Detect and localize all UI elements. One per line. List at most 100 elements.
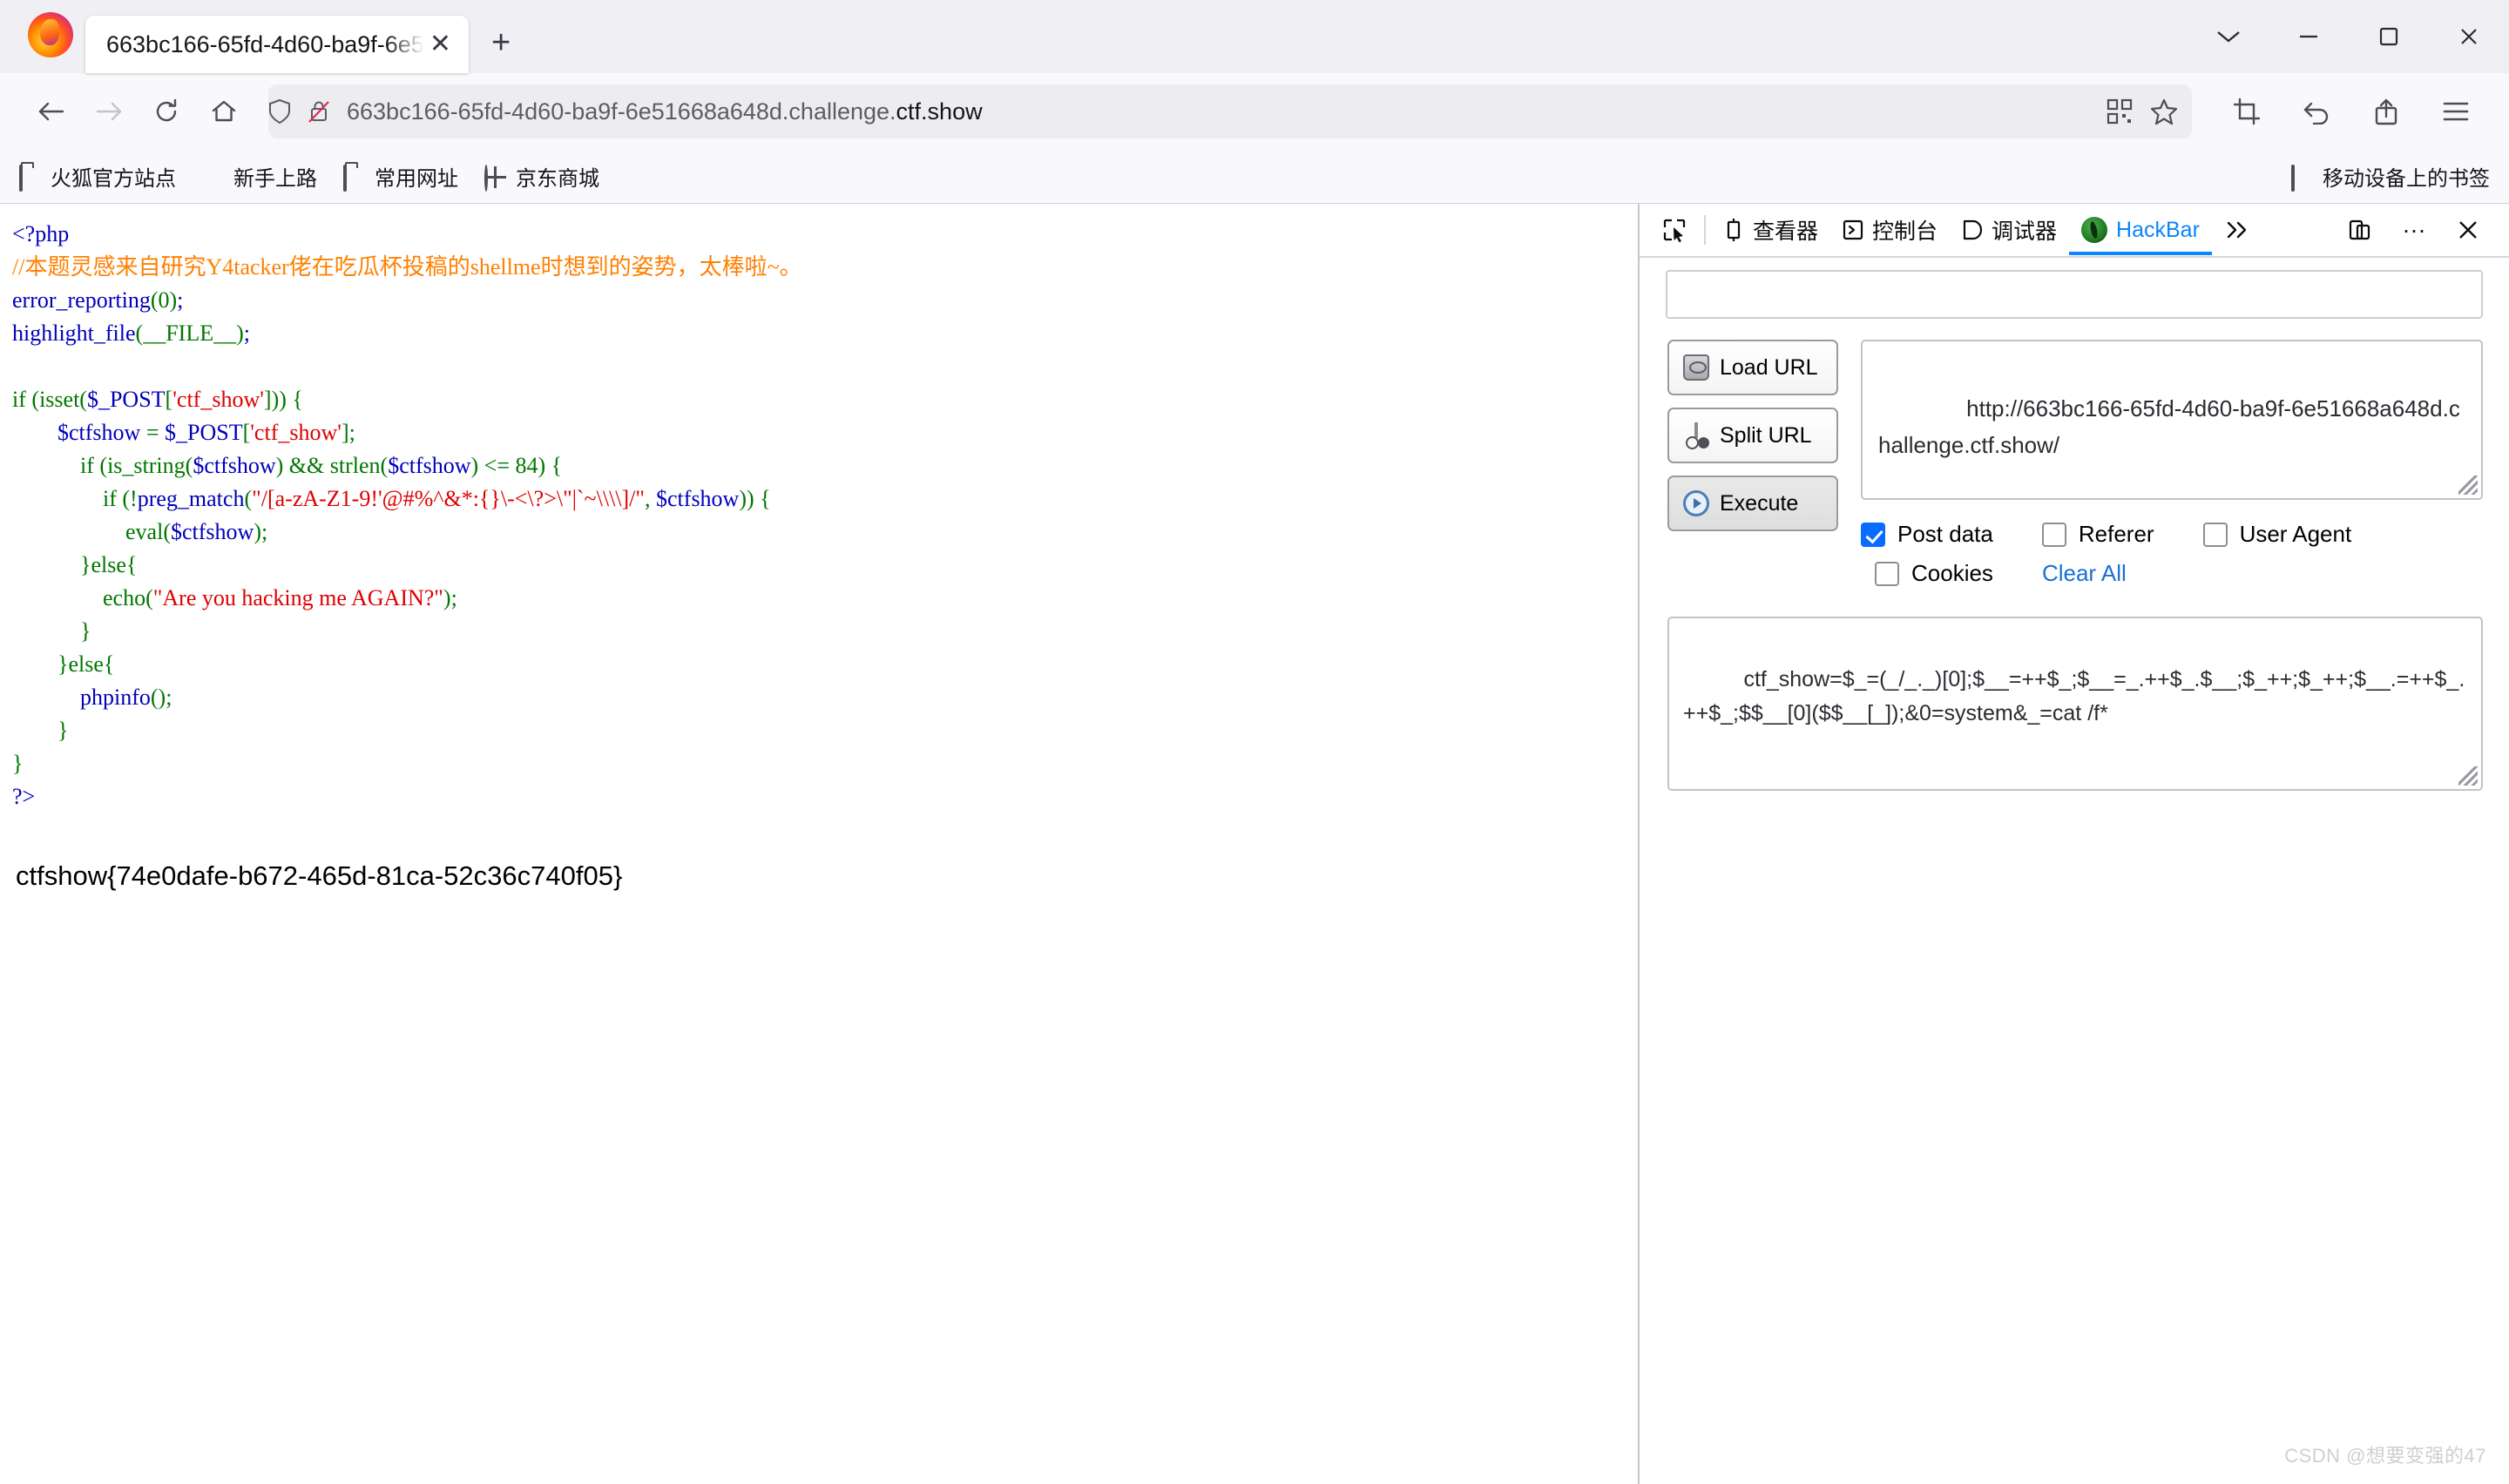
code-token: [ <box>165 387 173 412</box>
code-token: error_reporting <box>12 287 151 313</box>
code-token: //本题灵感来自研究Y4tacker佬在吃瓜杯投稿的shellme时想到的姿势，… <box>12 254 802 280</box>
list-all-tabs-button[interactable] <box>2188 0 2269 73</box>
bookmark-star-icon[interactable] <box>2150 98 2178 125</box>
close-icon <box>2459 221 2477 239</box>
clear-all-link[interactable]: Clear All <box>2042 560 2127 587</box>
flag-output: ctfshow{74e0dafe-b672-465d-81ca-52c36c74… <box>16 860 623 891</box>
execute-icon <box>1683 490 1709 516</box>
code-token: ]; <box>341 420 355 445</box>
split-url-button[interactable]: Split URL <box>1667 408 1838 463</box>
code-token: if <box>103 486 123 511</box>
share-icon <box>2375 98 2397 125</box>
referer-checkbox[interactable] <box>2041 522 2066 547</box>
code-token: phpinfo <box>80 685 151 710</box>
firefox-logo-icon <box>28 12 73 57</box>
code-token: eval <box>125 519 164 544</box>
browser-tab[interactable]: 663bc166-65fd-4d60-ba9f-6e516 ✕ <box>85 16 469 73</box>
tab-label: 调试器 <box>1992 219 2058 244</box>
close-icon[interactable]: ✕ <box>424 31 456 57</box>
code-token: ) { <box>538 453 563 478</box>
code-token: } <box>57 718 69 743</box>
code-token: preg_match <box>137 486 245 511</box>
home-button[interactable] <box>195 83 253 140</box>
hackbar-options-row-2: Cookies Clear All <box>1861 560 2483 587</box>
code-token: $ctfshow <box>388 453 471 478</box>
bookmark-item-xinshou[interactable]: 新手上路 <box>202 161 317 192</box>
url-bar[interactable]: 663bc166-65fd-4d60-ba9f-6e51668a648d.cha… <box>268 84 2192 138</box>
element-picker-button[interactable] <box>1650 205 1699 255</box>
back-button[interactable] <box>23 83 80 140</box>
code-token: 'ctf_show' <box>172 387 264 412</box>
debugger-icon <box>1963 219 1983 240</box>
load-url-button[interactable]: Load URL <box>1667 340 1838 395</box>
minimize-button[interactable] <box>2269 0 2349 73</box>
cookies-checkbox[interactable] <box>1875 561 1899 586</box>
undo-button[interactable] <box>2286 83 2347 140</box>
reload-button[interactable] <box>138 83 195 140</box>
user-agent-checkbox[interactable] <box>2202 522 2228 547</box>
reload-icon <box>156 98 177 122</box>
tab-label: 控制台 <box>1872 219 1938 244</box>
tab-hackbar[interactable]: HackBar <box>2069 205 2212 255</box>
code-token: ?> <box>12 784 36 809</box>
execute-button[interactable]: Execute <box>1667 476 1838 531</box>
tab-inspector[interactable]: 查看器 <box>1711 205 1830 255</box>
bookmark-item-changyong[interactable]: 常用网址 <box>343 161 458 192</box>
code-token: if <box>80 453 100 478</box>
folder-icon <box>19 164 42 192</box>
code-token: [ <box>242 420 251 445</box>
code-token: } <box>80 618 91 644</box>
code-token: $_POST <box>86 387 166 412</box>
tab-label: 查看器 <box>1753 219 1819 244</box>
forward-button[interactable] <box>80 83 138 140</box>
close-window-button[interactable] <box>2429 0 2509 73</box>
code-token: __FILE__ <box>143 320 237 346</box>
code-token: $ctfshow <box>57 420 141 445</box>
hackbar-panel: Load URL Split URL Execute http://663bc1… <box>1640 258 2509 1484</box>
code-token: ( <box>135 320 144 346</box>
code-token: $ctfshow <box>193 453 276 478</box>
code-token: ( <box>31 387 40 412</box>
crop-icon <box>2233 98 2261 125</box>
post-data-checkbox[interactable] <box>1861 522 1885 547</box>
screenshot-button[interactable] <box>2216 83 2277 140</box>
home-icon <box>212 100 236 122</box>
post-data-textarea[interactable]: ctf_show=$_=(_/_._)[0];$__=++$_;$__=_.++… <box>1667 617 2483 791</box>
tab-debugger[interactable]: 调试器 <box>1950 205 2069 255</box>
folder-icon <box>343 164 366 192</box>
bookmark-item-huohu[interactable]: 火狐官方站点 <box>19 161 176 192</box>
hackbar-top-strip[interactable] <box>1666 270 2483 319</box>
code-token: )) { <box>271 387 303 412</box>
tab-label: HackBar <box>2116 217 2200 242</box>
qr-code-icon[interactable] <box>2107 98 2133 125</box>
button-label: Load URL <box>1720 354 1818 380</box>
save-to-pocket-button[interactable] <box>2356 83 2417 140</box>
resize-handle[interactable] <box>2458 476 2478 495</box>
devtools-close-button[interactable] <box>2443 205 2493 255</box>
maximize-icon <box>2379 27 2398 46</box>
code-token: "/[a-zA-Z1-9!'@#%^&*:{}\-<\?>\"|`~\\\\]/… <box>252 486 646 511</box>
url-textarea[interactable]: http://663bc166-65fd-4d60-ba9f-6e51668a6… <box>1861 340 2483 500</box>
post-data-label: Post data <box>1897 521 1993 547</box>
globe-icon <box>484 164 507 192</box>
code-token: is_string <box>107 453 186 478</box>
code-token: ); <box>254 519 268 544</box>
devtools-overflow-button[interactable] <box>2212 205 2262 255</box>
responsive-design-mode-button[interactable] <box>2335 205 2385 255</box>
tab-console[interactable]: 控制台 <box>1830 205 1950 255</box>
resize-handle[interactable] <box>2458 766 2478 786</box>
mobile-bookmarks-item[interactable]: 移动设备上的书签 <box>2291 161 2490 192</box>
maximize-button[interactable] <box>2349 0 2429 73</box>
app-menu-button[interactable] <box>2425 83 2486 140</box>
code-token: ( <box>163 519 171 544</box>
new-tab-button[interactable]: + <box>491 26 511 59</box>
code-token: echo <box>103 585 146 610</box>
bookmark-item-jingdong[interactable]: 京东商城 <box>484 161 599 192</box>
devtools-more-button[interactable]: ··· <box>2389 205 2439 255</box>
code-token: } <box>12 751 24 776</box>
url-value: http://663bc166-65fd-4d60-ba9f-6e51668a6… <box>1878 395 2460 458</box>
